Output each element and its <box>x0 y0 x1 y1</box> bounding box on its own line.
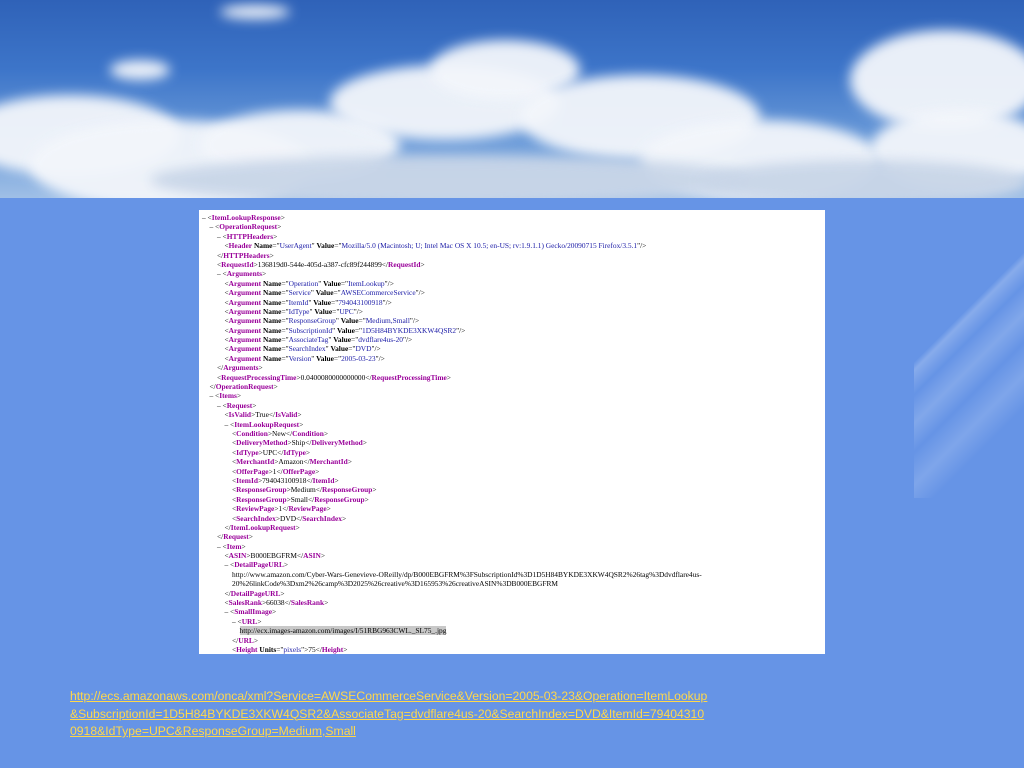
xml-line: <Argument Name="ResponseGroup" Value="Me… <box>224 316 420 326</box>
xml-line: – <OperationRequest> <box>209 222 282 232</box>
xml-line: <OfferPage>1</OfferPage> <box>232 466 320 476</box>
xml-line: </Arguments> <box>217 363 263 373</box>
xml-line: – <ItemLookupRequest> <box>224 419 304 429</box>
xml-line: – <Request> <box>217 400 257 410</box>
xml-line: <Argument Name="AssociateTag" Value="dvd… <box>224 335 413 345</box>
xml-line: – <DetailPageURL> <box>224 560 289 570</box>
xml-line: http://ecx.images-amazon.com/images/I/51… <box>239 626 447 636</box>
xml-line: <ResponseGroup>Small</ResponseGroup> <box>232 494 369 504</box>
xml-line: <ItemId>794043100918</ItemId> <box>232 475 339 485</box>
xml-line: <Argument Name="Operation" Value="ItemLo… <box>224 278 394 288</box>
xml-line: <Argument Name="SubscriptionId" Value="1… <box>224 325 466 335</box>
xml-line: <SalesRank>66038</SalesRank> <box>224 598 329 608</box>
xml-line: <ASIN>B000EBGFRM</ASIN> <box>224 551 326 561</box>
xml-line: <Height Units="pixels">75</Height> <box>232 645 348 654</box>
xml-line: <Argument Name="Version" Value="2005-03-… <box>224 353 385 363</box>
xml-line: – <HTTPHeaders> <box>217 231 278 241</box>
xml-line: – <Arguments> <box>217 269 267 279</box>
request-url-link[interactable]: http://ecs.amazonaws.com/onca/xml?Servic… <box>70 688 710 741</box>
xml-line: <ReviewPage>1</ReviewPage> <box>232 504 331 514</box>
xml-line: http://www.amazon.com/Cyber-Wars-Genevie… <box>232 569 702 589</box>
xml-line: <Argument Name="IdType" Value="UPC"/> <box>224 306 363 316</box>
xml-line: <SearchIndex>DVD</SearchIndex> <box>232 513 347 523</box>
xml-line: </URL> <box>232 635 259 645</box>
xml-line: <RequestProcessingTime>0.040008000000000… <box>217 372 451 382</box>
sky-banner-image <box>0 0 1024 198</box>
xml-line: </DetailPageURL> <box>224 588 285 598</box>
xml-line: </Request> <box>217 532 253 542</box>
xml-line: </ItemLookupRequest> <box>224 522 300 532</box>
xml-tree: – <ItemLookupResponse> – <OperationReques… <box>199 210 825 654</box>
xml-line: <RequestId>136819d0-544e-405d-a387-cfc89… <box>217 259 425 269</box>
xml-line: <DeliveryMethod>Ship</DeliveryMethod> <box>232 438 367 448</box>
xml-line: <Argument Name="ItemId" Value="794043100… <box>224 297 392 307</box>
xml-response-screenshot: – <ItemLookupResponse> – <OperationReques… <box>199 210 825 654</box>
xml-line: <MerchantId>Amazon</MerchantId> <box>232 457 352 467</box>
xml-line: <IdType>UPC</IdType> <box>232 447 311 457</box>
xml-line: <Condition>New</Condition> <box>232 428 328 438</box>
xml-line: <Argument Name="Service" Value="AWSEComm… <box>224 288 425 298</box>
xml-line: – <Items> <box>209 391 242 401</box>
xml-line: – <ItemLookupResponse> <box>202 213 285 222</box>
xml-line: <ResponseGroup>Medium</ResponseGroup> <box>232 485 377 495</box>
xml-line: – <Item> <box>217 541 246 551</box>
xml-line: <Header Name="UserAgent" Value="Mozilla/… <box>224 241 647 251</box>
xml-line: <Argument Name="SearchIndex" Value="DVD"… <box>224 344 381 354</box>
decorative-stripes <box>914 198 1024 498</box>
xml-line: – <URL> <box>232 616 262 626</box>
xml-line: </OperationRequest> <box>209 382 278 392</box>
xml-line: <IsValid>True</IsValid> <box>224 410 302 420</box>
xml-line: – <SmallImage> <box>224 607 277 617</box>
xml-line: </HTTPHeaders> <box>217 250 274 260</box>
